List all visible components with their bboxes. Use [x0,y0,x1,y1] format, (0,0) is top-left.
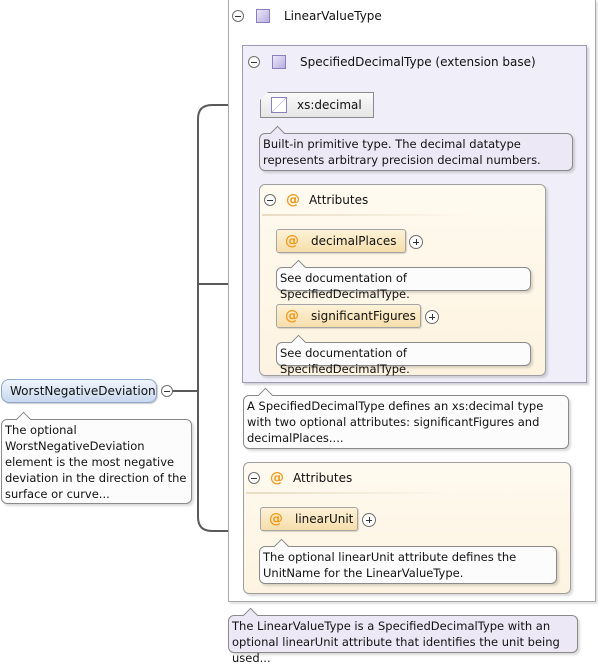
extension-type-icon [272,55,286,69]
attributes-group-title: Attributes [293,471,353,485]
complex-type-icon [256,9,270,23]
attribute-icon: @ [285,308,299,324]
attribute-icon: @ [285,233,299,249]
base-type-documentation: Built-in primitive type. The decimal dat… [259,125,573,171]
expand-significant-figures-icon[interactable] [425,310,439,324]
attributes-divider [246,492,456,494]
collapse-root-element-icon[interactable] [161,385,173,397]
decimal-places-documentation: See documentation of SpecifiedDecimalTyp… [276,259,531,301]
expand-linear-unit-icon[interactable] [362,513,376,527]
attribute-icon: @ [269,511,283,527]
attribute-name: decimalPlaces [311,234,397,248]
root-element-node[interactable]: WorstNegativeDeviation [1,379,157,403]
attribute-group-icon: @ [270,470,284,486]
attribute-linear-unit[interactable]: @ linearUnit [260,507,358,531]
attribute-group-icon: @ [286,192,300,208]
collapse-linear-value-type-icon[interactable] [232,10,244,22]
base-type-name: xs:decimal [297,98,362,112]
complex-type-name: LinearValueType [284,9,382,23]
collapse-own-attributes-icon[interactable] [248,472,260,484]
extension-documentation: A SpecifiedDecimalType defines an xs:dec… [243,387,569,449]
attribute-decimal-places[interactable]: @ decimalPlaces [276,229,406,253]
root-element-documentation: The optional WorstNegativeDeviation elem… [1,411,192,504]
attribute-name: significantFigures [311,309,416,323]
collapse-extension-icon[interactable] [248,56,260,68]
simple-type-icon [271,97,287,113]
expand-decimal-places-icon[interactable] [409,235,423,249]
collapse-attributes-icon[interactable] [264,194,276,206]
extension-name: SpecifiedDecimalType (extension base) [300,55,536,69]
linear-unit-documentation: The optional linearUnit attribute define… [259,538,557,584]
complex-type-documentation: The LinearValueType is a SpecifiedDecima… [228,607,578,665]
attributes-divider [262,214,472,216]
significant-figures-documentation: See documentation of SpecifiedDecimalTyp… [276,334,531,376]
attributes-group-title: Attributes [309,193,369,207]
attribute-significant-figures[interactable]: @ significantFigures [276,304,421,328]
attribute-name: linearUnit [295,512,354,526]
base-type-node[interactable]: xs:decimal [260,92,374,118]
root-element-name: WorstNegativeDeviation [10,384,156,398]
